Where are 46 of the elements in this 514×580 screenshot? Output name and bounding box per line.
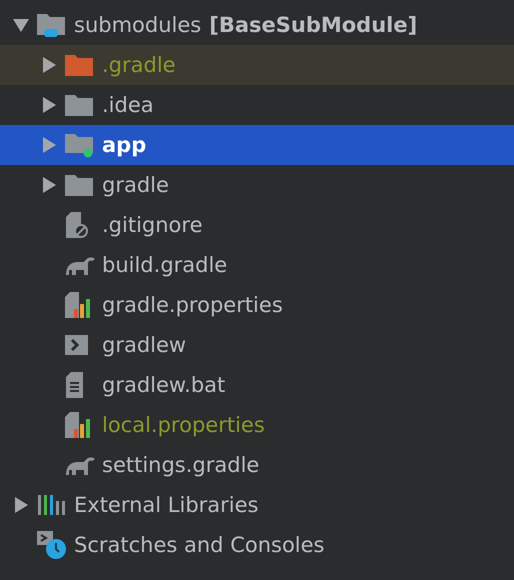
tree-item[interactable]: .gitignore bbox=[0, 205, 514, 245]
tree-item[interactable]: app bbox=[0, 125, 514, 165]
tree-item[interactable]: External Libraries bbox=[0, 485, 514, 525]
tree-item[interactable]: build.gradle bbox=[0, 245, 514, 285]
module-folder-icon bbox=[64, 132, 96, 158]
item-label: .idea bbox=[102, 93, 154, 117]
module-folder-icon bbox=[36, 11, 68, 39]
item-label: gradle bbox=[102, 173, 169, 197]
item-label: gradle.properties bbox=[102, 293, 283, 317]
tree-item[interactable]: settings.gradle bbox=[0, 445, 514, 485]
tree-item[interactable]: gradle.properties bbox=[0, 285, 514, 325]
item-label: Scratches and Consoles bbox=[74, 533, 324, 557]
item-label: External Libraries bbox=[74, 493, 258, 517]
item-label: .gitignore bbox=[102, 213, 202, 237]
item-label: .gradle bbox=[102, 53, 176, 77]
item-label: local.properties bbox=[102, 413, 265, 437]
tree-item[interactable]: gradlew bbox=[0, 325, 514, 365]
item-label: gradlew bbox=[102, 333, 186, 357]
module-name: [BaseSubModule] bbox=[209, 13, 418, 37]
tree-item[interactable]: .gradle bbox=[0, 45, 514, 85]
properties-file-icon bbox=[64, 291, 92, 319]
tree-item[interactable]: local.properties bbox=[0, 405, 514, 445]
tree-item[interactable]: gradle bbox=[0, 165, 514, 205]
tree-item[interactable]: .idea bbox=[0, 85, 514, 125]
item-label: build.gradle bbox=[102, 253, 228, 277]
folder-icon bbox=[64, 53, 94, 77]
properties-file-icon bbox=[64, 411, 92, 439]
expand-arrow-icon[interactable] bbox=[40, 56, 58, 74]
item-label: app bbox=[102, 133, 146, 157]
expand-arrow-icon[interactable] bbox=[12, 496, 30, 514]
libraries-icon bbox=[36, 493, 68, 517]
expand-arrow-icon[interactable] bbox=[40, 136, 58, 154]
item-label: gradlew.bat bbox=[102, 373, 226, 397]
item-label: settings.gradle bbox=[102, 453, 260, 477]
expand-arrow-icon[interactable] bbox=[40, 176, 58, 194]
folder-icon bbox=[64, 173, 94, 197]
tree-item[interactable]: submodules [BaseSubModule] bbox=[0, 5, 514, 45]
tree-item[interactable]: gradlew.bat bbox=[0, 365, 514, 405]
collapse-arrow-icon[interactable] bbox=[12, 16, 30, 34]
item-label: submodules bbox=[74, 13, 202, 37]
terminal-icon bbox=[64, 333, 90, 357]
expand-arrow-icon[interactable] bbox=[40, 96, 58, 114]
ignore-file-icon bbox=[64, 211, 90, 239]
folder-icon bbox=[64, 93, 94, 117]
tree-item[interactable]: Scratches and Consoles bbox=[0, 525, 514, 565]
scratches-icon bbox=[36, 530, 68, 560]
